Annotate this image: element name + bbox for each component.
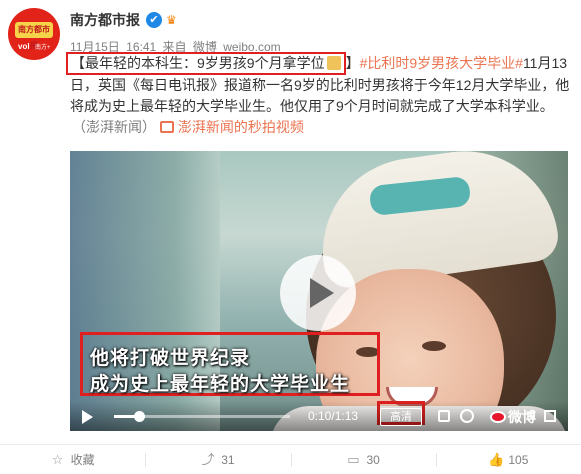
video-subtitle-line1: 他将打破世界纪录 [90,347,251,369]
repost-icon: ⤴ [201,451,215,467]
avatar-badge-plus: 南方+ [35,45,51,51]
video-link[interactable]: 澎湃新闻的秒拍视频 [159,119,304,135]
author-row: 南方都市报 ✔ ♛ [70,10,184,30]
favorite-label: 收藏 [70,453,95,467]
video-subtitle-line2: 成为史上最年轻的大学毕业生 [90,373,351,395]
video-link-label: 澎湃新闻的秒拍视频 [177,119,304,135]
video-player[interactable]: 他将打破世界纪录 成为史上最年轻的大学毕业生 0:10/1:13 高清 微博 [70,151,568,431]
comment-button[interactable]: ▭ 30 [290,445,436,474]
action-bar: ☆ 收藏 ⤴ 31 ▭ 30 👍 105 [0,444,581,474]
play-icon [309,278,334,308]
picture-in-picture-icon[interactable] [438,410,450,422]
star-icon: ☆ [51,451,64,467]
video-time: 0:10/1:13 [308,409,359,423]
hashtag-link[interactable]: #比利时9岁男孩大学毕业# [360,55,523,71]
headline-highlight: 【最年轻的本科生：9岁男孩9个月拿学位 [66,52,346,75]
repost-button[interactable]: ⤴ 31 [145,445,290,474]
headline: 【最年轻的本科生：9岁男孩9个月拿学位 [71,55,325,71]
post-source: （澎湃新闻） [72,119,156,135]
favorite-button[interactable]: ☆ 收藏 [0,445,145,474]
video-play-button[interactable] [280,255,356,331]
comment-icon: ▭ [347,451,360,467]
weibo-post-card: 南方都市报 vol 南方+ 南方都市报 ✔ ♛ 11月15日 16:41 来自 … [0,0,581,474]
weibo-logo-icon [490,411,506,423]
headline-close: 】 [345,55,360,71]
video-controls: 0:10/1:13 高清 微博 [70,401,568,431]
progress-thumb[interactable] [133,411,145,422]
progress-track[interactable] [114,411,290,422]
like-count: 105 [508,452,529,467]
control-play-icon[interactable] [82,410,93,424]
video-icon [159,121,174,133]
weibo-watermark: 微博 [490,407,536,427]
fullscreen-icon[interactable] [544,410,556,422]
post-text: 【最年轻的本科生：9岁男孩9个月拿学位 】#比利时9岁男孩大学毕业#11月13日，… [66,52,576,138]
quality-button[interactable]: 高清 [380,408,422,426]
graduate-emoji-icon [326,56,341,70]
author-avatar[interactable]: 南方都市报 vol 南方+ [8,8,60,60]
settings-icon[interactable] [460,409,474,423]
avatar-badge: vol [18,42,30,51]
comment-count: 30 [366,452,380,467]
thumbs-up-icon: 👍 [488,451,505,467]
video-eye-right [422,341,446,351]
verified-icon: ✔ [146,12,162,28]
author-name[interactable]: 南方都市报 [70,10,140,30]
repost-count: 31 [221,452,235,467]
weibo-watermark-label: 微博 [508,409,536,425]
vip-crown-icon[interactable]: ♛ [166,12,184,28]
avatar-logo: 南方都市报 [15,22,53,50]
like-button[interactable]: 👍 105 [435,445,581,474]
